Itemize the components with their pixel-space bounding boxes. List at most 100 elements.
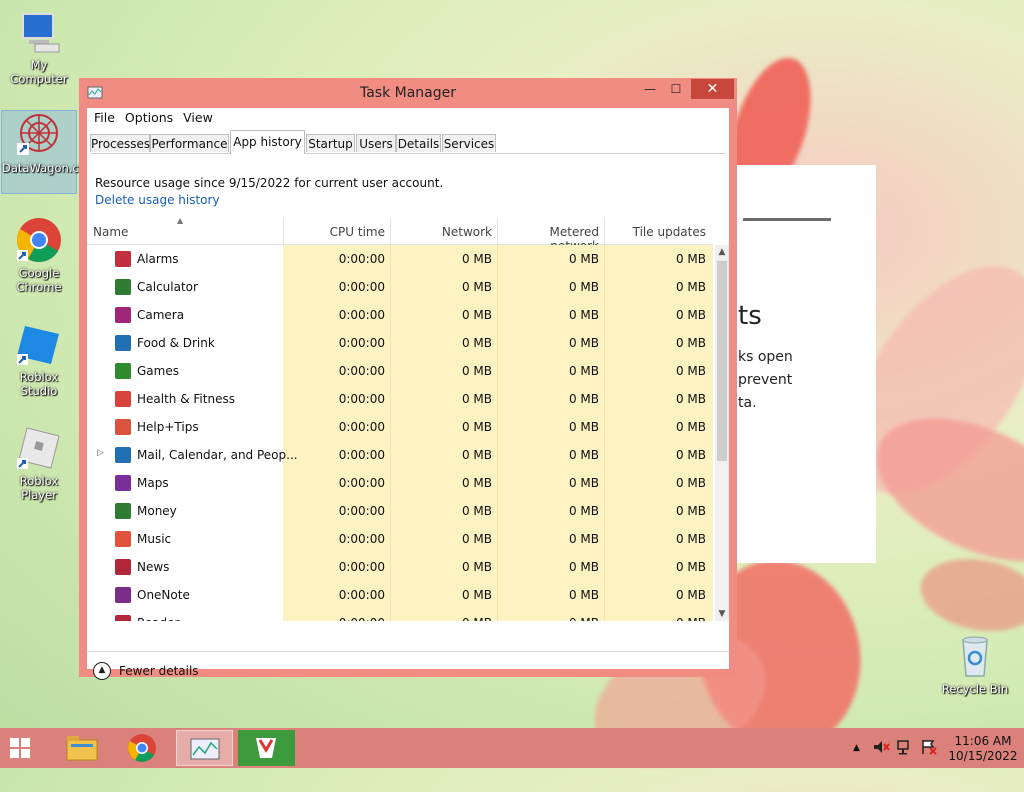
- table-row[interactable]: Music 0:00:00 0 MB 0 MB 0 MB: [87, 525, 713, 553]
- app-name: Camera: [137, 308, 185, 322]
- games-icon: [115, 363, 131, 379]
- tab-app-history[interactable]: App history: [230, 130, 305, 154]
- table-row[interactable]: Calculator 0:00:00 0 MB 0 MB 0 MB: [87, 273, 713, 301]
- desktop-icon-label: Roblox Player: [19, 474, 59, 502]
- metered-network-cell: 0 MB: [568, 252, 599, 266]
- column-separator[interactable]: [497, 218, 498, 244]
- resource-usage-text: Resource usage since 9/15/2022 for curre…: [95, 176, 444, 190]
- desktop-icon-my-computer[interactable]: My Computer: [2, 8, 76, 86]
- table-row[interactable]: Food & Drink 0:00:00 0 MB 0 MB 0 MB: [87, 329, 713, 357]
- tab-startup[interactable]: Startup: [306, 134, 355, 152]
- network-cell: 0 MB: [461, 588, 492, 602]
- taskbar-task-manager[interactable]: [176, 730, 233, 766]
- tab-processes[interactable]: Processes: [90, 134, 150, 152]
- app-name: OneNote: [137, 588, 190, 602]
- fewer-details-toggle[interactable]: ▲ Fewer details: [87, 662, 287, 694]
- table-row[interactable]: Health & Fitness 0:00:00 0 MB 0 MB 0 MB: [87, 385, 713, 413]
- start-button[interactable]: [10, 738, 30, 758]
- camera-icon: [115, 307, 131, 323]
- tab-users[interactable]: Users: [356, 134, 396, 152]
- windows-logo-icon: [21, 738, 30, 747]
- app-name: Alarms: [137, 252, 179, 266]
- title-bar[interactable]: Task Manager — ☐ ✕: [79, 78, 737, 106]
- network-cell: 0 MB: [461, 420, 492, 434]
- metered-network-cell: 0 MB: [568, 392, 599, 406]
- taskbar-file-explorer[interactable]: [53, 730, 110, 766]
- table-row[interactable]: Camera 0:00:00 0 MB 0 MB 0 MB: [87, 301, 713, 329]
- chrome-icon: [128, 734, 156, 762]
- tab-details[interactable]: Details: [396, 134, 441, 152]
- table-row[interactable]: News 0:00:00 0 MB 0 MB 0 MB: [87, 553, 713, 581]
- tile-updates-cell: 0 MB: [607, 616, 706, 621]
- tile-updates-cell: 0 MB: [675, 420, 706, 434]
- metered-network-cell: 0 MB: [568, 504, 599, 518]
- cpu-time-cell: 0:00:00: [338, 364, 385, 378]
- table-row[interactable]: OneNote 0:00:00 0 MB 0 MB 0 MB: [87, 581, 713, 609]
- network-icon[interactable]: [896, 738, 914, 759]
- tile-updates-cell: 0 MB: [675, 280, 706, 294]
- desktop-icon-recycle-bin[interactable]: Recycle Bin: [938, 632, 1012, 696]
- action-center-flag-icon[interactable]: [920, 738, 938, 759]
- tab-services[interactable]: Services: [442, 134, 496, 152]
- column-header-tile-updates[interactable]: Tile updates: [607, 225, 706, 239]
- cpu-time-cell: 0:00:00: [338, 252, 385, 266]
- column-separator[interactable]: [283, 218, 284, 244]
- network-cell: 0 MB: [461, 560, 492, 574]
- expand-arrow-icon[interactable]: ▷: [97, 448, 104, 458]
- desktop-icon-roblox-studio[interactable]: Roblox Studio: [2, 320, 76, 398]
- column-separator[interactable]: [604, 218, 605, 244]
- table-row[interactable]: Reader 0:00:00 0 MB 0 MB 0 MB: [87, 609, 713, 621]
- minimize-button[interactable]: —: [637, 79, 663, 99]
- column-separator[interactable]: [390, 218, 391, 244]
- reader-icon: [115, 615, 131, 621]
- app-history-table: ▲ Name CPU time Network Metered network …: [87, 216, 729, 621]
- desktop-icon-roblox-player[interactable]: Roblox Player: [2, 424, 76, 502]
- menu-options[interactable]: Options: [120, 108, 178, 127]
- delete-usage-history-link[interactable]: Delete usage history: [95, 193, 220, 207]
- desktop-icon-label: Recycle Bin: [941, 682, 1009, 696]
- menu-file[interactable]: File: [89, 108, 120, 127]
- money-icon: [115, 503, 131, 519]
- app-name: Health & Fitness: [137, 392, 235, 406]
- card-line: ta.: [738, 395, 757, 411]
- network-cell: 0 MB: [461, 504, 492, 518]
- desktop-icon-label: Roblox Studio: [19, 370, 59, 398]
- column-header-network[interactable]: Network: [393, 225, 492, 239]
- table-row[interactable]: Games 0:00:00 0 MB 0 MB 0 MB: [87, 357, 713, 385]
- tab-performance[interactable]: Performance: [150, 134, 229, 152]
- scroll-up-arrow-icon[interactable]: ▲: [715, 245, 729, 259]
- column-header-cpu-time[interactable]: CPU time: [287, 225, 385, 239]
- desktop-icon-google-chrome[interactable]: Google Chrome: [2, 216, 76, 294]
- taskbar-google-chrome[interactable]: [114, 730, 171, 766]
- app-name: Music: [137, 532, 172, 546]
- cpu-time-cell: 0:00:00: [338, 588, 385, 602]
- vertical-scrollbar[interactable]: ▲ ▼: [715, 245, 729, 621]
- tile-updates-cell: 0 MB: [675, 588, 706, 602]
- network-cell: 0 MB: [461, 308, 492, 322]
- table-row[interactable]: Money 0:00:00 0 MB 0 MB 0 MB: [87, 497, 713, 525]
- table-row[interactable]: Maps 0:00:00 0 MB 0 MB 0 MB: [87, 469, 713, 497]
- column-header-name[interactable]: Name: [93, 225, 128, 239]
- taskbar-roblox-app[interactable]: [238, 730, 295, 766]
- help-tips-icon: [115, 419, 131, 435]
- scrollbar-thumb[interactable]: [717, 261, 727, 461]
- show-hidden-icons-chevron-icon[interactable]: ▲: [853, 743, 860, 753]
- maximize-button[interactable]: ☐: [663, 79, 689, 99]
- table-row[interactable]: Alarms 0:00:00 0 MB 0 MB 0 MB: [87, 245, 713, 273]
- menu-view[interactable]: View: [178, 108, 218, 127]
- volume-muted-icon[interactable]: [872, 738, 890, 759]
- app-name: Help+Tips: [137, 420, 199, 434]
- table-row[interactable]: Help+Tips 0:00:00 0 MB 0 MB 0 MB: [87, 413, 713, 441]
- card-line: ks open: [738, 349, 793, 365]
- desktop-icon-datawagon[interactable]: DataWagon.com: [1, 110, 97, 194]
- taskbar: ▲ 11:06 AM 10/15/2022: [0, 728, 1024, 768]
- window-client-area: File Options View Processes Performance Ap…: [87, 108, 729, 680]
- cpu-time-cell: 0:00:00: [338, 532, 385, 546]
- system-clock[interactable]: 11:06 AM 10/15/2022: [944, 734, 1022, 764]
- table-row[interactable]: ▷ Mail, Calendar, and Peop... 0:00:00 0 MB 0…: [87, 441, 713, 469]
- fewer-details-label[interactable]: Fewer details: [119, 664, 199, 678]
- task-manager-icon: [190, 738, 220, 760]
- close-button[interactable]: ✕: [691, 79, 734, 99]
- scroll-down-arrow-icon[interactable]: ▼: [715, 607, 729, 621]
- chevron-up-circle-icon[interactable]: ▲: [93, 662, 111, 680]
